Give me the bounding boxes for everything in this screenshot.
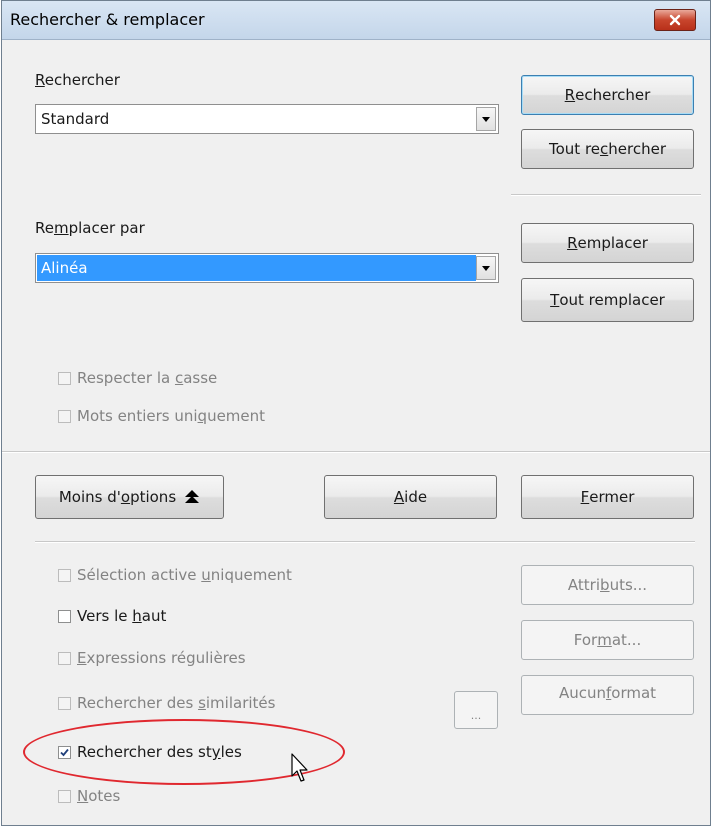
no-format-button[interactable]: Aucun f ormat <box>521 675 694 715</box>
fewer-options-button[interactable]: Moins d' o ptions <box>35 475 224 519</box>
search-combobox[interactable]: Standard <box>35 104 499 134</box>
search-label: Rechercher <box>35 71 120 89</box>
replace-button[interactable]: Remplacer <box>521 223 694 263</box>
similarity-options-button[interactable]: ... <box>454 691 498 729</box>
close-icon <box>669 14 681 26</box>
find-all-button[interactable]: Tout re c hercher <box>521 129 694 169</box>
separator <box>35 541 695 543</box>
replace-label: Remplacer par <box>35 219 145 237</box>
dialog-title: Rechercher & remplacer <box>10 10 205 29</box>
separator <box>511 194 701 196</box>
format-button[interactable]: For m at... <box>521 620 694 660</box>
close-window-button[interactable] <box>654 9 696 31</box>
current-selection-checkbox[interactable]: Sélection active uniquement <box>58 566 292 584</box>
mouse-cursor-icon <box>291 753 308 782</box>
find-button[interactable]: Rechercher <box>521 75 694 115</box>
find-replace-dialog: Rechercher & remplacer Rechercher Standa… <box>1 0 711 826</box>
separator <box>2 451 710 453</box>
whole-words-checkbox[interactable]: Mots entiers uniquement <box>58 407 265 425</box>
chevron-down-icon[interactable] <box>476 256 496 280</box>
match-case-checkbox[interactable]: Respecter la casse <box>58 369 217 387</box>
search-value: Standard <box>41 110 110 128</box>
replace-value: Alinéa <box>41 259 88 277</box>
backwards-checkbox[interactable]: Vers le haut <box>58 607 166 625</box>
collapse-up-icon <box>185 490 200 503</box>
notes-checkbox[interactable]: Notes <box>58 787 120 805</box>
replace-all-button[interactable]: Tout remplacer <box>521 278 694 322</box>
similarity-checkbox[interactable]: Rechercher des similarités <box>58 694 275 712</box>
replace-combobox[interactable]: Alinéa <box>35 253 499 283</box>
title-bar: Rechercher & remplacer <box>2 1 710 40</box>
attributes-button[interactable]: Attri b uts... <box>521 565 694 605</box>
help-button[interactable]: Aide <box>324 475 497 519</box>
chevron-down-icon[interactable] <box>476 107 496 131</box>
regex-checkbox[interactable]: Expressions régulières <box>58 649 246 667</box>
close-button[interactable]: Fermer <box>521 475 694 519</box>
